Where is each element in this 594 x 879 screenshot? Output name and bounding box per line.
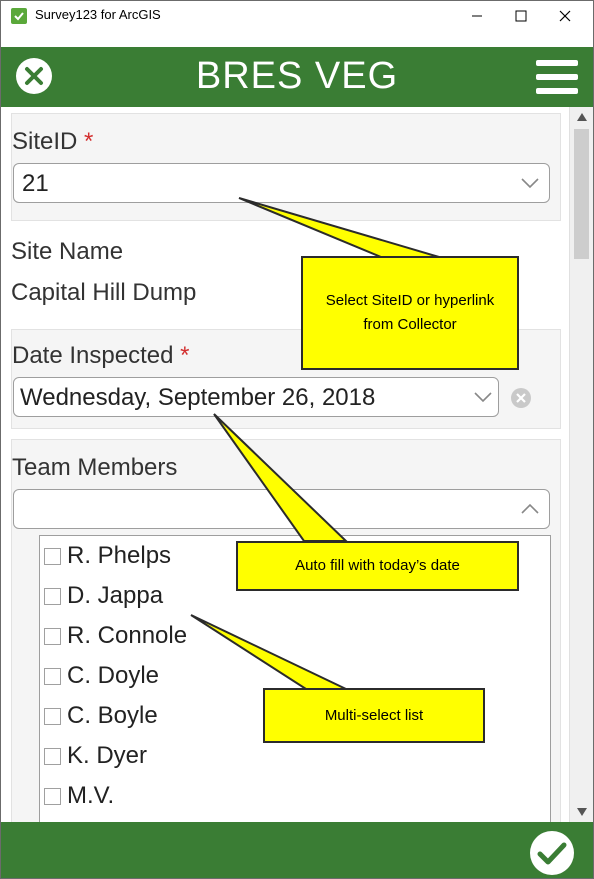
list-item[interactable]: C. Boyle [44,696,158,736]
minimize-button[interactable] [454,1,500,31]
chevron-up-icon [521,503,539,514]
list-item[interactable]: R. Connole [44,616,187,656]
close-icon [559,10,571,22]
site-id-section: SiteID * 21 [11,113,561,221]
minimize-icon [472,15,482,17]
survey-title: BRES VEG [195,55,399,97]
hamburger-menu-icon[interactable] [536,57,578,97]
date-inspected-picker[interactable]: Wednesday, September 26, 2018 [13,377,499,417]
team-members-filter[interactable] [13,489,550,529]
title-bar: Survey123 for ArcGIS [1,1,593,31]
site-id-select[interactable]: 21 [13,163,550,203]
list-item[interactable]: C. Doyle [44,656,159,696]
footer-bar [1,822,593,878]
clear-x-icon[interactable] [510,387,532,409]
window-title: Survey123 for ArcGIS [35,7,161,22]
checkbox[interactable] [44,627,61,645]
chevron-down-icon [521,178,539,189]
maximize-icon [515,10,527,22]
close-window-button[interactable] [542,1,588,31]
site-id-label: SiteID * [12,128,94,155]
app-header: BRES VEG [1,47,593,107]
scroll-up-arrow-icon[interactable] [577,113,587,121]
callout-select-site: Select SiteID or hyperlink from Collecto… [301,256,519,370]
scroll-down-arrow-icon[interactable] [577,808,587,816]
survey123-icon [11,8,27,24]
chevron-down-icon [474,392,492,403]
list-item[interactable]: D. Jappa [44,576,163,616]
date-inspected-label: Date Inspected * [12,342,190,369]
callout-multi-select: Multi-select list [263,688,485,743]
checkbox[interactable] [44,667,61,685]
checkbox[interactable] [44,787,61,805]
list-item[interactable]: M.V. [44,776,114,816]
scroll-thumb[interactable] [574,129,589,259]
checkbox[interactable] [44,707,61,725]
app-window: Survey123 for ArcGIS BRES VEG SiteID * 2… [0,0,594,879]
required-mark: * [84,128,94,155]
checkbox[interactable] [44,747,61,765]
checkbox[interactable] [44,587,61,605]
checkbox[interactable] [44,547,61,565]
maximize-button[interactable] [498,1,544,31]
list-item[interactable]: R. Phelps [44,536,171,576]
checkmark-circle-icon[interactable] [529,830,575,876]
site-id-value: 21 [22,170,49,197]
date-inspected-value: Wednesday, September 26, 2018 [20,384,376,411]
site-name-label: Site Name [11,238,124,265]
callout-auto-fill: Auto fill with today’s date [236,541,519,591]
site-name-value: Capital Hill Dump [11,279,197,306]
list-item[interactable]: K. Dyer [44,736,147,776]
vertical-scrollbar[interactable] [569,107,593,822]
team-members-label: Team Members [12,454,178,481]
required-mark: * [180,342,190,369]
